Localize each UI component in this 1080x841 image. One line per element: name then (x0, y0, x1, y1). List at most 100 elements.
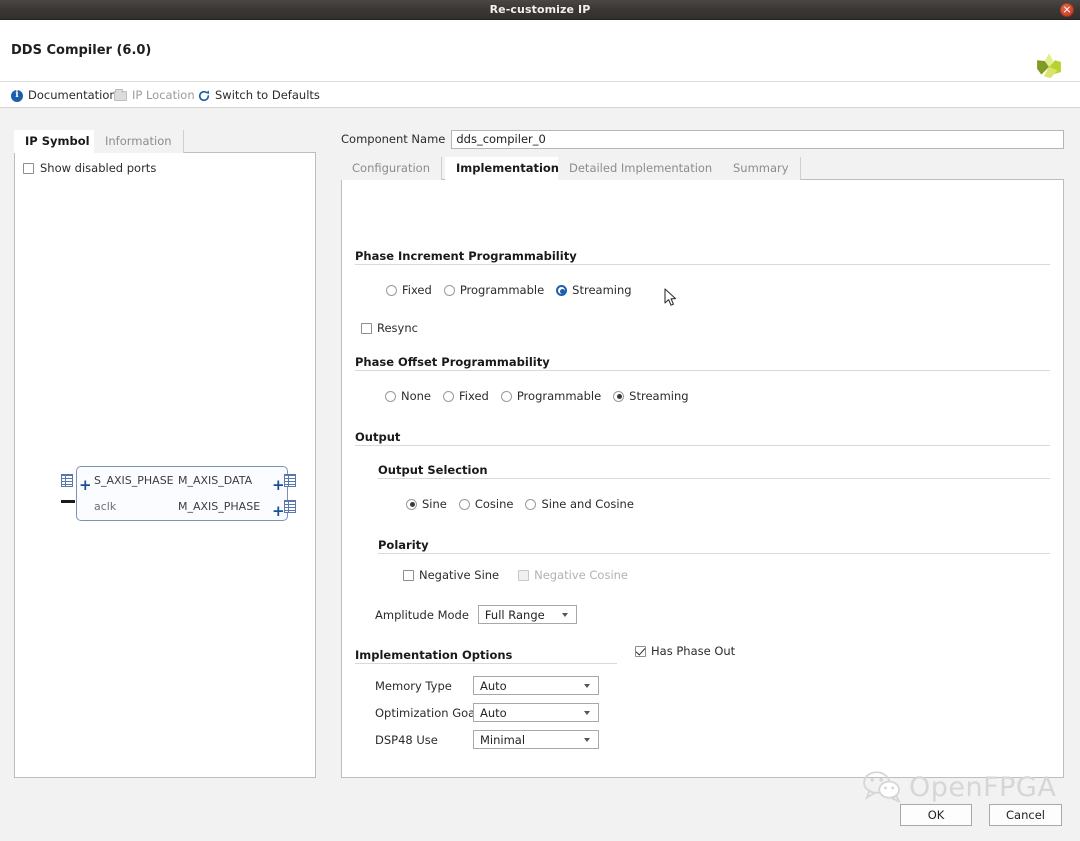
toolbar-documentation-label: Documentation (28, 88, 117, 102)
page-title: DDS Compiler (6.0) (11, 43, 152, 58)
has-phase-out-label: Has Phase Out (651, 644, 736, 658)
resync-option: Resync (361, 321, 418, 335)
amplitude-mode-label: Amplitude Mode (375, 607, 469, 622)
radio-phase-offset-fixed[interactable]: Fixed (443, 389, 489, 403)
section-phase-offset-title: Phase Offset Programmability (355, 355, 555, 369)
info-icon: i (11, 89, 23, 102)
checkbox-negative-cosine-label: Negative Cosine (534, 568, 629, 582)
clock-port-connector-aclk (61, 500, 75, 503)
has-phase-out-option: Has Phase Out (635, 644, 735, 658)
tab-information-label: Information (105, 134, 172, 148)
main-tabstrip: Configuration Implementation Detailed Im… (341, 157, 1064, 180)
radio-output-sine-and-cosine[interactable]: Sine and Cosine (525, 497, 634, 511)
checkbox-negative-sine[interactable]: Negative Sine (403, 568, 499, 582)
port-label-aclk: aclk (94, 500, 117, 513)
memory-type-dropdown[interactable]: Auto (473, 676, 599, 695)
tab-configuration[interactable]: Configuration (341, 157, 442, 180)
window-title: Re-customize IP (489, 3, 591, 16)
resync-checkbox[interactable]: Resync (361, 321, 418, 335)
section-divider (355, 663, 617, 664)
refresh-icon (198, 90, 210, 101)
ip-symbol-panel: IP Symbol Information Show disabled port… (14, 130, 316, 778)
has-phase-out-checkbox[interactable]: Has Phase Out (635, 644, 735, 658)
close-icon[interactable] (1060, 3, 1074, 17)
radio-output-sine[interactable]: Sine (406, 497, 447, 511)
section-polarity-title: Polarity (378, 538, 434, 552)
port-label-m-axis-data: M_AXIS_DATA (178, 474, 253, 487)
show-disabled-ports-label: Show disabled ports (40, 161, 157, 175)
section-output-selection-title: Output Selection (378, 463, 493, 477)
chevron-down-icon (561, 612, 569, 617)
checkbox-box (23, 162, 34, 174)
optimization-goal-row: Optimization Goal Auto (375, 703, 599, 722)
component-name-row: Component Name dds_compiler_0 (341, 129, 1064, 149)
tab-summary[interactable]: Summary (722, 157, 801, 180)
radio-circle-selected (406, 498, 417, 510)
phase-increment-radio-group: Fixed Programmable Streaming (386, 283, 632, 297)
chevron-down-icon (584, 683, 591, 688)
cancel-button[interactable]: Cancel (989, 804, 1062, 826)
amplitude-mode-dropdown[interactable]: Full Range (477, 605, 577, 624)
folder-icon (114, 88, 127, 101)
window-titlebar: Re-customize IP (0, 0, 1080, 20)
checkbox-box-checked (635, 645, 646, 657)
expand-icon-m-axis-phase[interactable]: + (272, 504, 285, 519)
dsp48-use-value: Minimal (480, 732, 526, 747)
component-name-input[interactable]: dds_compiler_0 (451, 129, 1064, 149)
port-label-m-axis-phase: M_AXIS_PHASE (178, 500, 261, 513)
radio-circle (500, 390, 512, 402)
section-divider (355, 370, 1050, 371)
checkbox-negative-sine-label: Negative Sine (419, 568, 500, 582)
checkbox-box (518, 569, 530, 581)
radio-circle (525, 498, 537, 510)
tab-implementation[interactable]: Implementation (445, 157, 571, 180)
expand-icon-s-axis-phase[interactable]: + (79, 478, 92, 493)
tab-information[interactable]: Information (94, 130, 184, 153)
radio-output-cosine[interactable]: Cosine (458, 497, 514, 511)
tab-detailed-implementation[interactable]: Detailed Implementation (558, 157, 725, 180)
section-phase-increment-title: Phase Increment Programmability (355, 249, 582, 263)
radio-phase-offset-programmable-label: Programmable (516, 389, 602, 403)
port-label-s-axis-phase: S_AXIS_PHASE (94, 474, 174, 487)
tab-implementation-label: Implementation (456, 161, 559, 175)
checkbox-negative-cosine: Negative Cosine (518, 568, 628, 582)
phase-offset-radio-group: None Fixed Programmable Streaming (385, 389, 689, 403)
dsp48-use-dropdown[interactable]: Minimal (473, 730, 599, 749)
ok-button[interactable]: OK (900, 804, 972, 826)
radio-phase-increment-streaming-label: Streaming (572, 283, 632, 297)
bus-connector-icon-m-axis-phase[interactable] (284, 500, 296, 513)
radio-phase-increment-streaming[interactable]: Streaming (556, 283, 632, 297)
radio-output-cosine-label: Cosine (474, 497, 514, 511)
checkbox-box (403, 569, 414, 581)
radio-circle (443, 284, 455, 296)
output-selection-radio-group: Sine Cosine Sine and Cosine (406, 497, 634, 511)
radio-circle (458, 498, 470, 510)
amplitude-mode-row: Amplitude Mode Full Range (375, 605, 577, 624)
radio-output-sine-and-cosine-label: Sine and Cosine (541, 497, 634, 511)
radio-phase-increment-fixed[interactable]: Fixed (386, 283, 432, 297)
left-panel-tabstrip: IP Symbol Information (14, 130, 316, 153)
expand-icon-m-axis-data[interactable]: + (272, 478, 285, 493)
tab-summary-label: Summary (733, 161, 789, 175)
radio-phase-offset-none[interactable]: None (385, 389, 431, 403)
chevron-down-icon (584, 710, 591, 715)
ip-symbol-canvas: Show disabled ports + S_AXIS_PHASE aclk … (14, 153, 316, 778)
radio-phase-increment-fixed-label: Fixed (402, 283, 432, 297)
implementation-tab-content: Phase Increment Programmability Fixed Pr… (341, 180, 1064, 778)
radio-output-sine-label: Sine (422, 497, 447, 511)
radio-phase-offset-streaming[interactable]: Streaming (613, 389, 689, 403)
radio-phase-increment-programmable[interactable]: Programmable (443, 283, 544, 297)
bus-connector-icon-m-axis-data[interactable] (284, 474, 296, 487)
bus-connector-icon-s-axis-phase[interactable] (61, 474, 73, 487)
tab-ip-symbol[interactable]: IP Symbol (14, 130, 102, 153)
section-divider (378, 553, 1050, 554)
chevron-down-icon (584, 737, 591, 742)
toolbar: i Documentation IP Location Switch to De… (0, 82, 1080, 108)
radio-phase-offset-programmable[interactable]: Programmable (500, 389, 602, 403)
optimization-goal-dropdown[interactable]: Auto (473, 703, 599, 722)
toolbar-documentation[interactable]: i Documentation (11, 88, 117, 103)
show-disabled-ports-checkbox[interactable]: Show disabled ports (23, 161, 156, 175)
toolbar-switch-to-defaults[interactable]: Switch to Defaults (198, 88, 320, 103)
optimization-goal-label: Optimization Goal (375, 705, 479, 720)
section-divider (355, 264, 1050, 265)
